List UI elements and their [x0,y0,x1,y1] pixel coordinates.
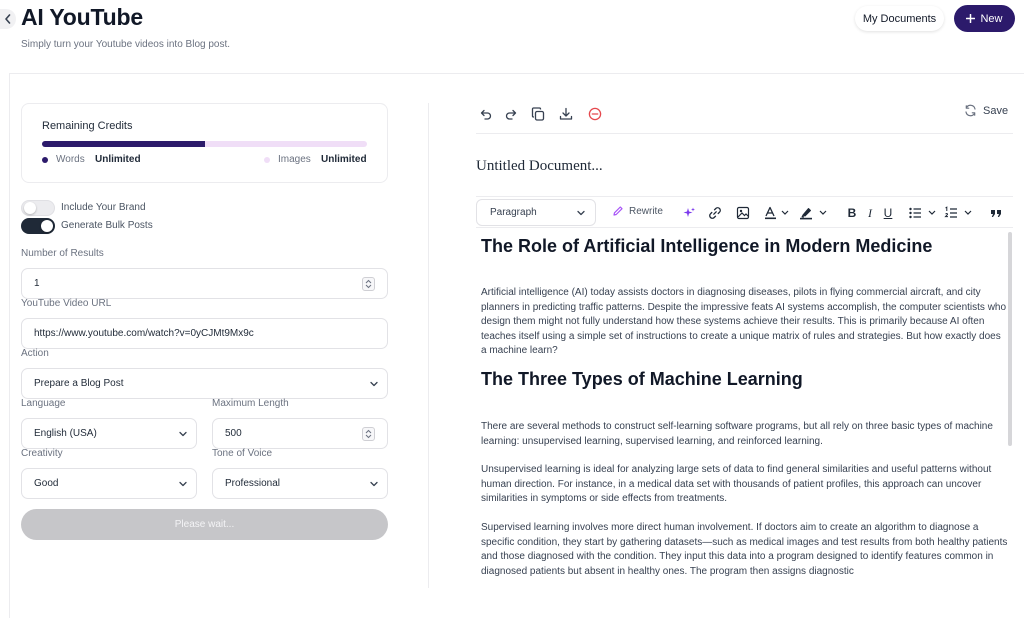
language-label: Language [21,398,66,409]
remove-icon[interactable] [587,106,603,122]
maxlen-stepper[interactable] [362,427,375,441]
youtube-url-input[interactable]: https://www.youtube.com/watch?v=0yCJMt9M… [21,318,388,349]
redo-icon[interactable] [503,106,519,122]
paragraph-select[interactable]: Paragraph [476,199,596,226]
heading-2: The Three Types of Machine Learning [481,368,803,389]
bold-icon[interactable]: B [846,205,858,221]
url-value: https://www.youtube.com/watch?v=0yCJMt9M… [34,328,254,339]
paragraph: Artificial intelligence (AI) today assis… [481,287,1007,357]
chevron-down-icon [370,481,378,487]
page-subtitle: Simply turn your Youtube videos into Blo… [21,39,231,50]
maxlen-label: Maximum Length [212,398,289,409]
italic-icon[interactable]: I [865,205,875,221]
undo-icon[interactable] [478,106,494,122]
back-button[interactable] [0,9,16,29]
pencil-icon [613,206,623,216]
paragraph: There are several methods to construct s… [481,420,993,447]
language-value: English (USA) [34,428,97,439]
image-icon[interactable] [736,205,750,221]
paragraph: Unsupervised learning is ideal for analy… [481,464,992,505]
new-button[interactable]: New [954,5,1015,32]
new-button-label: New [980,12,1003,25]
column-divider [428,103,429,588]
max-length-input[interactable]: 500 [212,418,388,449]
page-title: AI YouTube [21,4,143,30]
maxlen-value: 500 [225,428,242,439]
tone-value: Professional [225,478,281,489]
images-label: Images [278,154,311,165]
images-value: Unlimited [321,154,367,165]
editor-content[interactable]: The Role of Artificial Intelligence in M… [481,234,1009,588]
refresh-icon [965,104,976,117]
words-legend-dot [42,157,48,163]
chevron-down-icon [577,210,585,216]
plus-icon [966,14,976,23]
chevron-down-icon [179,431,187,437]
generate-button[interactable]: Please wait... [21,509,388,540]
document-title[interactable]: Untitled Document... [476,158,603,175]
action-select[interactable]: Prepare a Blog Post [21,368,388,399]
results-label: Number of Results [21,248,104,259]
editor-scrollbar[interactable] [1008,232,1012,446]
bulk-posts-toggle[interactable] [21,218,55,234]
heading-1: The Role of Artificial Intelligence in M… [481,236,933,256]
creativity-select[interactable]: Good [21,468,197,499]
copy-icon[interactable] [530,106,546,122]
paragraph-select-value: Paragraph [490,207,537,218]
include-brand-toggle[interactable] [21,200,55,216]
results-stepper[interactable] [362,277,375,291]
include-brand-label: Include Your Brand [61,202,146,213]
bulk-posts-label: Generate Bulk Posts [61,220,153,231]
stepper-arrows-icon [365,279,372,289]
action-value: Prepare a Blog Post [34,378,124,389]
url-label: YouTube Video URL [21,298,112,309]
action-label: Action [21,348,49,359]
left-edge-divider [9,74,10,618]
images-legend-dot [264,157,270,163]
text-color-icon[interactable] [764,205,790,221]
results-value: 1 [34,278,40,289]
chevron-down-icon [179,481,187,487]
credits-progress-fill [42,141,205,147]
tone-select[interactable]: Professional [212,468,388,499]
rewrite-button[interactable]: Rewrite [612,205,663,217]
creativity-label: Creativity [21,448,63,459]
tone-label: Tone of Voice [212,448,273,459]
numbered-list-icon[interactable] [944,205,976,221]
paragraph: Supervised learning involves more direct… [481,521,1008,577]
credits-progress-bar [42,141,367,147]
toolbar-divider [476,133,1013,134]
chevron-down-icon [370,381,378,387]
save-label: Save [983,104,1009,117]
chevron-left-icon [5,14,11,24]
credits-title: Remaining Credits [42,120,133,132]
underline-icon[interactable]: U [882,205,894,221]
words-value: Unlimited [95,154,141,165]
bullet-list-icon[interactable] [908,205,940,221]
download-icon[interactable] [558,106,574,122]
highlight-icon[interactable] [799,205,829,221]
sparkle-icon[interactable] [682,205,696,221]
link-icon[interactable] [708,205,722,221]
results-input[interactable]: 1 [21,268,388,299]
my-documents-button[interactable]: My Documents [855,6,944,31]
header-divider [9,73,1024,74]
language-select[interactable]: English (USA) [21,418,197,449]
stepper-arrows-icon [365,429,372,439]
rewrite-label: Rewrite [629,205,663,217]
quote-icon[interactable] [989,205,1003,221]
creativity-value: Good [34,478,59,489]
words-label: Words [56,154,85,165]
save-button[interactable]: Save [964,104,1008,117]
